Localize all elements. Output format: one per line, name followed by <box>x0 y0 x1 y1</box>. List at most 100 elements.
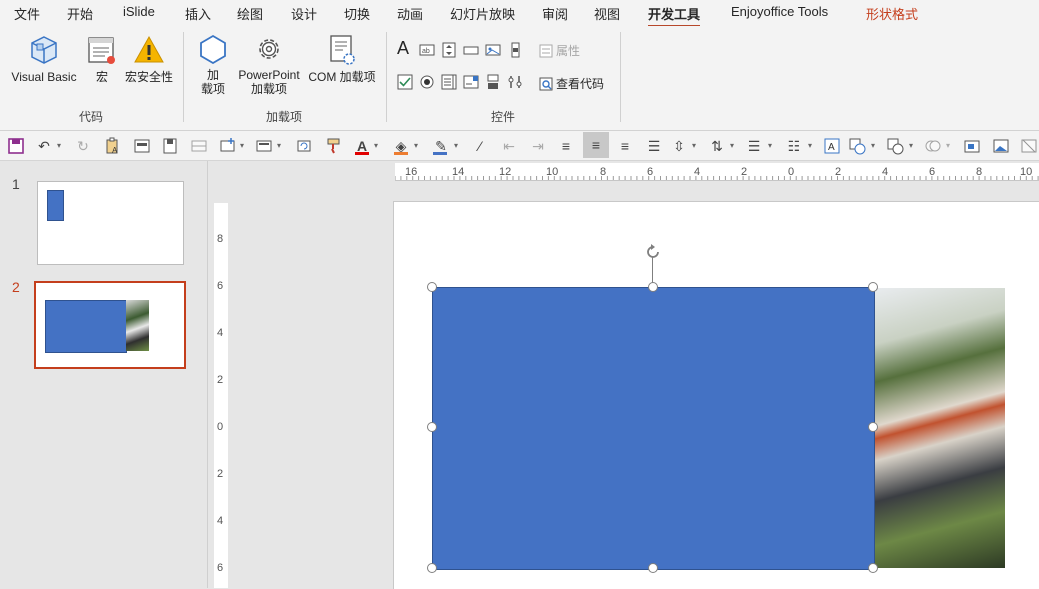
tab-insert[interactable]: 插入 <box>185 4 211 23</box>
save-icon[interactable] <box>7 137 25 155</box>
resize-handle-top[interactable] <box>648 282 658 292</box>
shapes-icon[interactable] <box>848 137 866 155</box>
paste-icon[interactable]: A <box>104 137 122 155</box>
tab-enjoyoffice[interactable]: Enjoyoffice Tools <box>731 4 828 19</box>
thumbnail-photo <box>126 300 149 351</box>
listbox-control-icon[interactable] <box>441 74 457 90</box>
align-right-icon[interactable]: ≡ <box>616 137 634 155</box>
resize-handle-top-left[interactable] <box>427 282 437 292</box>
macro-security-button[interactable]: 宏安全性 <box>122 34 176 84</box>
increase-indent-icon[interactable]: ⇥ <box>529 137 547 155</box>
layout-dropdown-icon[interactable]: ▾ <box>277 141 281 150</box>
sort-dropdown-icon[interactable]: ▾ <box>730 141 734 150</box>
resize-handle-right[interactable] <box>868 422 878 432</box>
tab-file[interactable]: 文件 <box>14 4 40 23</box>
line-spacing-dropdown-icon[interactable]: ▾ <box>768 141 772 150</box>
toggle-button-icon[interactable] <box>485 74 501 90</box>
bullets-icon[interactable]: ☷ <box>785 137 803 155</box>
text-direction-icon[interactable]: ⇳ <box>670 137 688 155</box>
merge-shapes-dropdown-icon[interactable]: ▾ <box>946 141 950 150</box>
macro-button[interactable]: 宏 <box>86 34 118 84</box>
text-box-icon[interactable]: A <box>823 137 841 155</box>
h-tick: 4 <box>882 166 889 178</box>
tab-home[interactable]: 开始 <box>67 4 93 23</box>
properties-button[interactable]: 属性 <box>539 42 580 59</box>
photo-person-laptop[interactable] <box>874 288 1005 568</box>
decrease-indent-icon[interactable]: ⇤ <box>500 137 518 155</box>
scrollbar-control-icon[interactable] <box>507 42 523 58</box>
view-code-button[interactable]: 查看代码 <box>539 75 604 92</box>
sort-icon[interactable]: ⇅ <box>708 137 726 155</box>
layout-icon[interactable] <box>255 137 273 155</box>
com-addins-button[interactable]: COM 加载项 <box>306 34 378 84</box>
combobox-control-icon[interactable] <box>463 74 479 90</box>
tab-islide[interactable]: iSlide <box>123 4 155 19</box>
undo-icon[interactable]: ↶ <box>35 137 53 155</box>
fill-color-dropdown-icon[interactable]: ▾ <box>414 141 418 150</box>
slide-canvas[interactable] <box>393 201 1039 589</box>
label-control-icon[interactable]: A <box>397 39 413 57</box>
shape-style-dropdown-icon[interactable]: ▾ <box>909 141 913 150</box>
format-painter-icon[interactable] <box>325 137 343 155</box>
radio-control-icon[interactable] <box>419 74 435 90</box>
section-icon[interactable] <box>190 137 208 155</box>
rotate-handle-icon[interactable] <box>643 242 663 262</box>
align-left-icon[interactable]: ≡ <box>557 137 575 155</box>
tab-shape-format[interactable]: 形状格式 <box>866 4 918 23</box>
tab-view[interactable]: 视图 <box>594 4 620 23</box>
outline-color-dropdown-icon[interactable]: ▾ <box>454 141 458 150</box>
macro-security-label: 宏安全性 <box>124 70 173 84</box>
com-addins-label: COM 加载项 <box>308 70 376 84</box>
line-spacing-icon[interactable]: ☰ <box>745 137 763 155</box>
slide-layout-icon[interactable] <box>133 137 151 155</box>
slide-thumbnail-pane: 1 2 <box>0 161 208 588</box>
eyedropper-icon[interactable]: ⁄ <box>471 137 489 155</box>
slide-thumbnail-2[interactable] <box>34 281 186 369</box>
visual-basic-button[interactable]: Visual Basic <box>8 34 80 84</box>
resize-handle-left[interactable] <box>427 422 437 432</box>
text-direction-dropdown-icon[interactable]: ▾ <box>692 141 696 150</box>
tab-draw[interactable]: 绘图 <box>237 4 263 23</box>
tab-design[interactable]: 设计 <box>291 4 317 23</box>
merge-shapes-icon[interactable] <box>924 137 942 155</box>
bullets-dropdown-icon[interactable]: ▾ <box>808 141 812 150</box>
align-center-icon[interactable]: ≡ <box>583 132 609 158</box>
ribbon: Visual Basic 宏 宏安全性 代码 加 载项 PowerPoint 加… <box>0 26 1039 131</box>
shapes-dropdown-icon[interactable]: ▾ <box>871 141 875 150</box>
resize-handle-top-right[interactable] <box>868 282 878 292</box>
more-controls-icon[interactable] <box>507 74 523 90</box>
tab-review[interactable]: 审阅 <box>542 4 568 23</box>
redo-icon[interactable]: ↻ <box>74 137 92 155</box>
macro-icon <box>88 37 115 64</box>
new-slide-icon[interactable] <box>219 137 237 155</box>
addins-button[interactable]: 加 载项 <box>196 34 230 96</box>
horizontal-ruler: 16 14 12 10 8 6 4 2 0 2 4 6 8 10 <box>395 163 1039 181</box>
powerpoint-addins-button[interactable]: PowerPoint 加载项 <box>236 34 302 96</box>
font-color-dropdown-icon[interactable]: ▾ <box>374 141 378 150</box>
command-button-icon[interactable] <box>463 42 479 58</box>
tab-developer[interactable]: 开发工具 <box>648 4 701 28</box>
slide-thumbnail-1[interactable] <box>37 181 184 265</box>
crop-icon[interactable] <box>1020 137 1038 155</box>
resize-handle-bottom[interactable] <box>648 563 658 573</box>
justify-icon[interactable]: ☰ <box>645 137 663 155</box>
picture-icon[interactable] <box>992 137 1010 155</box>
resize-handle-bottom-right[interactable] <box>868 563 878 573</box>
properties-label: 属性 <box>556 44 581 58</box>
textbox-control-icon[interactable]: ab <box>419 42 435 58</box>
blue-rectangle-shape[interactable] <box>432 287 875 570</box>
save-as-icon[interactable] <box>161 137 179 155</box>
resize-handle-bottom-left[interactable] <box>427 563 437 573</box>
screenshot-icon[interactable] <box>963 137 981 155</box>
shape-style-icon[interactable] <box>886 137 904 155</box>
tab-transitions[interactable]: 切换 <box>344 4 370 23</box>
checkbox-control-icon[interactable] <box>397 74 413 90</box>
spin-button-icon[interactable] <box>441 42 457 58</box>
new-slide-dropdown-icon[interactable]: ▾ <box>240 141 244 150</box>
image-control-icon[interactable] <box>485 42 501 58</box>
undo-dropdown-icon[interactable]: ▾ <box>57 141 61 150</box>
com-addins-icon <box>330 35 355 65</box>
reset-icon[interactable] <box>295 137 313 155</box>
tab-slideshow[interactable]: 幻灯片放映 <box>450 4 515 23</box>
tab-animations[interactable]: 动画 <box>397 4 423 23</box>
